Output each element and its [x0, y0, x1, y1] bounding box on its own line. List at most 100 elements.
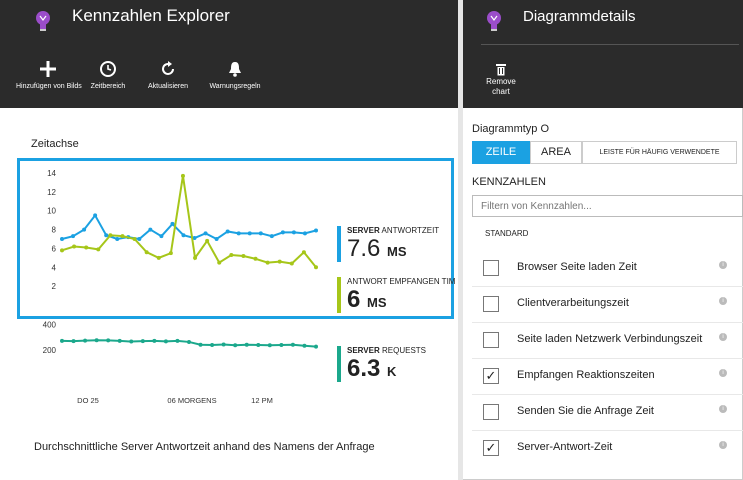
x-tick-label: 12 PM — [251, 396, 273, 405]
checkbox[interactable] — [483, 332, 499, 348]
checkbox[interactable] — [483, 296, 499, 312]
refresh-button[interactable]: Aktualisieren — [136, 60, 200, 90]
data-point — [72, 244, 77, 249]
bell-icon — [203, 60, 267, 80]
metric-row-server-response[interactable]: ✓ Server-Antwort-Zeit i — [483, 437, 733, 461]
receive-response-name: ANTWORT EMPFANGEN TIM — [347, 277, 456, 286]
data-point — [280, 230, 285, 235]
time-range-label: Zeitbereich — [90, 83, 126, 90]
data-point — [170, 221, 175, 226]
data-point — [175, 338, 180, 343]
data-point — [60, 237, 64, 241]
remove-chart-label: Remove chart — [486, 77, 516, 96]
alert-rules-button[interactable]: Warnungsregeln — [203, 60, 267, 90]
metric-row-page-network[interactable]: Seite laden Netzwerk Verbindungszeit i — [483, 329, 733, 353]
data-point — [71, 234, 76, 239]
chart-type-line-button[interactable]: ZEILE — [472, 141, 530, 164]
info-icon[interactable]: i — [719, 441, 727, 449]
info-icon[interactable]: i — [719, 261, 727, 269]
server-requests-color-bar — [337, 346, 341, 382]
metric-label: Seite laden Netzwerk Verbindungszeit — [517, 333, 703, 345]
data-point — [137, 237, 142, 241]
panel-title: Diagrammdetails — [523, 8, 636, 25]
y-tick-label: 14 — [47, 169, 56, 178]
series-line — [61, 175, 317, 268]
data-point — [152, 338, 157, 343]
row-divider — [472, 394, 743, 395]
chart-caption: Durchschnittliche Server Antwortzeit anh… — [34, 441, 375, 453]
data-point — [291, 230, 296, 235]
data-point — [82, 227, 87, 232]
metric-row-client-processing[interactable]: Clientverarbeitungszeit i — [483, 293, 733, 317]
chart-type-area-button[interactable]: AREA — [530, 141, 582, 164]
data-point — [129, 339, 134, 344]
metrics-filter-input[interactable] — [472, 195, 743, 217]
checkbox-checked[interactable]: ✓ — [483, 440, 499, 456]
chart-type-label: Diagrammtyp O — [472, 123, 550, 135]
metric-label: Clientverarbeitungszeit — [517, 297, 629, 309]
data-point — [279, 342, 284, 347]
server-response-name: SERVER ANTWORTZEIT — [347, 226, 440, 235]
metric-label: Browser Seite laden Zeit — [517, 261, 637, 273]
data-point — [256, 342, 261, 347]
add-chart-button[interactable]: Hinzufügen von Bilds — [16, 60, 82, 90]
checkbox[interactable] — [483, 404, 499, 420]
info-icon[interactable]: i — [719, 297, 727, 305]
right-header: Diagrammdetails Remove chart — [463, 0, 743, 108]
metric-row-send-request[interactable]: Senden Sie die Anfrage Zeit i — [483, 401, 733, 425]
data-point — [132, 237, 137, 241]
refresh-label: Aktualisieren — [147, 83, 189, 90]
data-point — [168, 251, 173, 256]
metric-row-receive-response[interactable]: ✓ Empfangen Reaktionszeiten i — [483, 365, 733, 389]
data-point — [247, 231, 252, 236]
timeline-title: Zeitachse — [31, 138, 79, 150]
data-point — [301, 250, 306, 255]
data-point — [120, 234, 125, 239]
info-icon[interactable]: i — [719, 333, 727, 341]
data-point — [302, 231, 307, 236]
checkbox[interactable] — [483, 260, 499, 276]
data-point — [180, 173, 185, 178]
data-point — [84, 245, 89, 250]
data-point — [233, 343, 238, 348]
data-point — [140, 339, 145, 344]
metric-label: Senden Sie die Anfrage Zeit — [517, 405, 654, 417]
data-point — [104, 233, 109, 238]
info-icon[interactable]: i — [719, 405, 727, 413]
y-tick-label: 4 — [52, 263, 57, 272]
y-tick-label: 8 — [52, 226, 57, 235]
alert-rules-label: Warnungsregeln — [209, 83, 261, 90]
chart-details-panel: Diagrammdetails Remove chart Diagrammtyp… — [463, 0, 743, 480]
data-point — [148, 227, 153, 232]
metric-label: Server-Antwort-Zeit — [517, 441, 613, 453]
checkbox-checked[interactable]: ✓ — [483, 368, 499, 384]
data-point — [163, 339, 168, 344]
data-point — [253, 256, 258, 261]
metric-row-browser-load[interactable]: Browser Seite laden Zeit i — [483, 257, 733, 281]
data-point — [60, 248, 64, 253]
trash-icon — [479, 63, 523, 77]
time-range-button[interactable]: Zeitbereich — [76, 60, 140, 90]
data-point — [236, 231, 241, 236]
remove-chart-button[interactable]: Remove chart — [479, 63, 523, 97]
header-divider — [481, 44, 739, 45]
data-point — [106, 338, 111, 343]
data-point — [244, 342, 249, 347]
data-point — [214, 237, 219, 241]
metrics-label: KENNZAHLEN — [472, 176, 546, 188]
data-point — [115, 237, 120, 241]
response-time-chart: 2 4 6 8 10 12 14 — [47, 169, 318, 291]
data-point — [265, 260, 270, 265]
data-point — [241, 253, 246, 258]
data-point — [193, 255, 198, 260]
metrics-explorer-panel: Kennzahlen Explorer Hinzufügen von Bilds… — [0, 0, 458, 480]
refresh-icon — [136, 60, 200, 80]
data-point — [187, 339, 191, 344]
chart-type-bar-button[interactable]: LEISTE FÜR HÄUFIG VERWENDETE — [582, 141, 737, 164]
data-point — [205, 238, 210, 243]
data-point — [302, 343, 307, 348]
info-icon[interactable]: i — [719, 369, 727, 377]
data-point — [96, 247, 101, 252]
data-point — [144, 250, 149, 255]
data-point — [269, 234, 274, 239]
